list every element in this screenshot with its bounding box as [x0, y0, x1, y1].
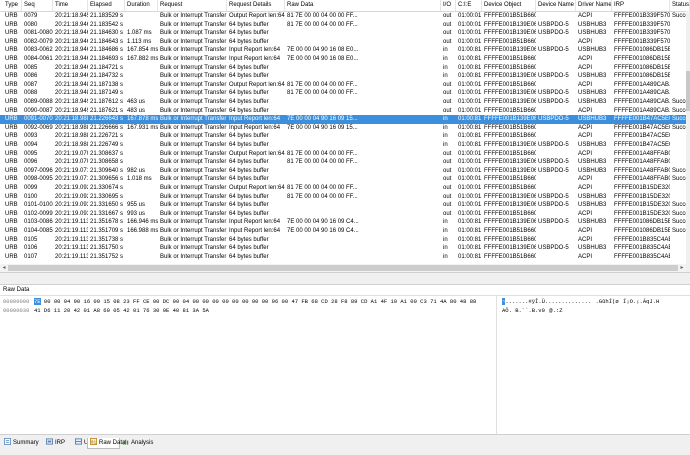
hex-offset: 00000000	[3, 298, 30, 305]
column-header-time[interactable]: Time	[53, 0, 88, 11]
tab-label: IRP	[55, 440, 66, 446]
urb-icon	[75, 438, 82, 445]
analysis-icon	[122, 438, 129, 445]
tab-analysis[interactable]: Analysis	[120, 438, 156, 449]
column-header-status[interactable]: Status	[670, 0, 690, 11]
column-header-io[interactable]: I/O	[441, 0, 456, 11]
cell-time: 20:21:19.113	[55, 253, 88, 260]
column-header-elapsed[interactable]: Elapsed	[88, 0, 125, 11]
cell-raw-data	[285, 253, 441, 262]
cell-seq: 0107	[24, 253, 38, 260]
column-header-irp[interactable]: IRP	[612, 0, 670, 11]
column-header-type[interactable]: Type	[3, 0, 22, 11]
tab-summary[interactable]: Summary	[2, 437, 41, 449]
table-header: Type Seq Time Elapsed Duration Request Request…	[0, 0, 690, 12]
column-header-duration[interactable]: Duration	[125, 0, 158, 11]
tab-raw-data[interactable]: 01 Raw Data	[87, 437, 125, 449]
cell-type: URB	[5, 253, 18, 260]
cell-io: in	[443, 253, 448, 260]
tab-label: Analysis	[131, 440, 154, 446]
cell-device-name	[536, 253, 576, 262]
column-header-cie[interactable]: C:I:E	[456, 0, 482, 11]
column-header-request[interactable]: Request	[158, 0, 227, 11]
raw-data-hex-view[interactable]: 00000000 7E 00 00 04 90 16 09 15 08 23 FF…	[0, 296, 690, 434]
hex-ascii-divider	[496, 296, 497, 434]
column-header-device-object[interactable]: Device Object	[482, 0, 536, 11]
urb-log-table[interactable]: Type Seq Time Elapsed Duration Request Request…	[0, 0, 690, 272]
ascii-run: AÖ. B.¨`.B.v0@.:Z	[502, 307, 563, 314]
tab-irp[interactable]: IRP	[44, 438, 70, 449]
cell-cie: 01:00:81	[458, 253, 482, 260]
bottom-tab-bar: SummaryIRPURB01Raw DataAnalysis	[0, 434, 690, 455]
hex-offset: 00000030	[3, 307, 30, 314]
ascii-text[interactable]: AÖ. B.¨`.B.v0@.:Z	[502, 307, 563, 314]
column-header-raw-data[interactable]: Raw Data	[285, 0, 441, 11]
cell-duration	[125, 253, 158, 262]
ascii-text[interactable]: ~.......#ÿÎ.Ü...............GûhÍ(øÍ¡O.…	[502, 298, 664, 305]
hex-byte-run: 41 D6 11 20 42 01 A8 60 05 42 01 76 30 9…	[34, 307, 209, 314]
irp-icon	[46, 438, 53, 445]
selected-hex-byte[interactable]: 7E	[34, 298, 41, 305]
tab-label: Summary	[13, 440, 39, 446]
pane-splitter[interactable]	[0, 272, 690, 285]
cell-driver-name: ACPI	[578, 253, 593, 260]
cell-irp: FFFFE001B835C4AB...	[614, 253, 670, 260]
scroll-right-arrow-icon[interactable]: ▸	[678, 264, 686, 272]
cell-elapsed: 21.351752 s	[90, 253, 124, 260]
cell-request: Bulk or Interrupt Transfer	[160, 253, 227, 260]
scroll-left-arrow-icon[interactable]: ◂	[0, 264, 8, 272]
vertical-scroll-thumb[interactable]	[686, 71, 690, 111]
svg-text:01: 01	[91, 441, 97, 445]
raw-data-pane-title: Raw Data	[0, 285, 690, 296]
horizontal-scrollbar[interactable]: ◂ ▸	[0, 264, 686, 272]
summary-icon	[4, 437, 11, 445]
column-header-seq[interactable]: Seq	[22, 0, 53, 11]
vertical-scrollbar[interactable]	[686, 11, 690, 272]
hex-bytes[interactable]: 41 D6 11 20 42 01 A8 60 05 42 01 76 30 9…	[34, 307, 209, 314]
raw-data-icon: 01	[90, 437, 97, 446]
column-header-device-name[interactable]: Device Name	[536, 0, 576, 11]
column-header-request-details[interactable]: Request Details	[227, 0, 285, 11]
cell-device-object: FFFFE001B51B660...	[484, 253, 536, 260]
cell-request-details: 64 bytes buffer	[229, 253, 269, 260]
hex-bytes[interactable]: 7E 00 00 04 90 16 09 15 08 23 FF CE 00 D…	[34, 298, 476, 305]
column-header-driver-name[interactable]: Driver Name	[576, 0, 612, 11]
ascii-run: .......#ÿÎ.Ü...............GûhÍ(øÍ¡O.¡…	[505, 298, 664, 305]
horizontal-scroll-thumb[interactable]	[8, 265, 678, 271]
table-row[interactable]: URB 0107 20:21:19.113 21.351752 s Bulk or In…	[0, 253, 686, 262]
hex-byte-run: 00 00 04 90 16 09 15 08 23 FF CE 00 DC 0…	[43, 298, 477, 305]
